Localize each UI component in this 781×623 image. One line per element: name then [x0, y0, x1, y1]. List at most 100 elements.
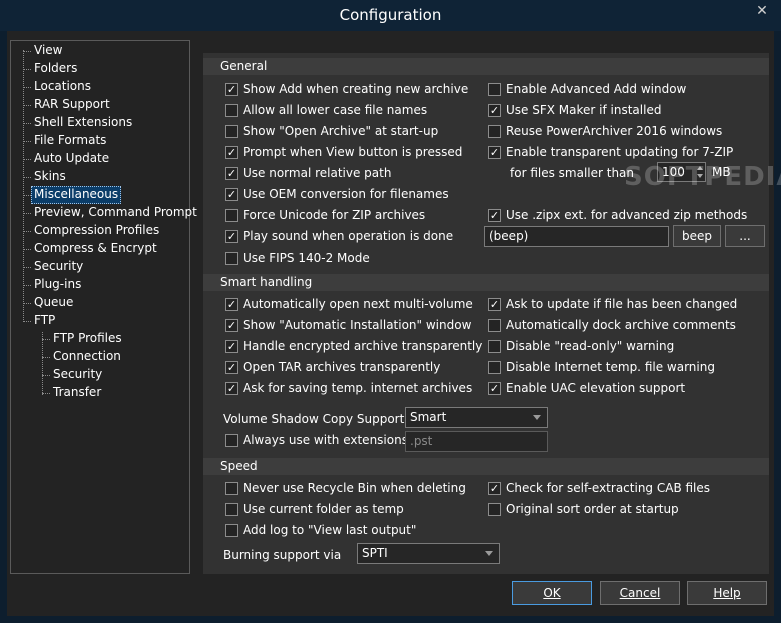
- tree-item-ftp[interactable]: FTP: [31, 312, 58, 330]
- tree-item-miscellaneous[interactable]: Miscellaneous: [31, 186, 122, 204]
- beep-button[interactable]: beep: [673, 225, 721, 247]
- checkbox-label: Show "Open Archive" at start-up: [243, 124, 439, 138]
- burning-support-value: SPTI: [362, 546, 388, 560]
- checkbox-label: Allow all lower case file names: [243, 103, 428, 117]
- cancel-button[interactable]: Cancel: [600, 581, 680, 605]
- tree-item-skins[interactable]: Skins: [31, 168, 69, 186]
- help-button[interactable]: Help: [687, 581, 767, 605]
- title-bar: Configuration ✕: [0, 0, 781, 31]
- section-smart-header: Smart handling: [203, 274, 769, 291]
- checkbox-label: Play sound when operation is done: [243, 229, 454, 243]
- checkbox-label: Ask to update if file has been changed: [506, 297, 738, 311]
- tree-item-plug-ins[interactable]: Plug-ins: [31, 276, 84, 294]
- checkbox-label: Show Add when creating new archive: [243, 82, 469, 96]
- tree-item-view[interactable]: View: [31, 42, 65, 60]
- tree-item-auto-update[interactable]: Auto Update: [31, 150, 112, 168]
- checkbox-empty-icon[interactable]: [488, 340, 501, 353]
- checkbox-empty-icon[interactable]: [225, 252, 238, 265]
- checkmark-icon[interactable]: ✓: [225, 340, 238, 353]
- checkmark-icon[interactable]: ✓: [225, 188, 238, 201]
- ok-button[interactable]: OK: [512, 581, 592, 605]
- checkmark-icon[interactable]: ✓: [225, 83, 238, 96]
- cancel-label: Cancel: [619, 586, 661, 600]
- checkbox-empty-icon[interactable]: [488, 319, 501, 332]
- sound-field[interactable]: (beep): [484, 226, 669, 247]
- checkbox-label: Use normal relative path: [243, 166, 392, 180]
- checkbox-label: Never use Recycle Bin when deleting: [243, 481, 466, 495]
- checkbox-label: Check for self-extracting CAB files: [506, 481, 711, 495]
- tree-item-file-formats[interactable]: File Formats: [31, 132, 109, 150]
- checkmark-icon[interactable]: ✓: [225, 319, 238, 332]
- chevron-down-icon: [485, 551, 493, 556]
- checkbox-label: Use SFX Maker if installed: [506, 103, 662, 117]
- checkmark-icon[interactable]: ✓: [225, 230, 238, 243]
- browse-sound-button[interactable]: ...: [725, 225, 765, 247]
- tree-item-shell-extensions[interactable]: Shell Extensions: [31, 114, 135, 132]
- checkbox-label: Prompt when View button is pressed: [243, 145, 463, 159]
- checkbox-label: Open TAR archives transparently: [243, 360, 441, 374]
- checkbox-label: Use .zipx ext. for advanced zip methods: [506, 208, 748, 222]
- checkbox-label: Disable "read-only" warning: [506, 339, 675, 353]
- checkbox-empty-icon[interactable]: [225, 434, 238, 447]
- checkmark-icon[interactable]: ✓: [225, 382, 238, 395]
- checkbox-label: Original sort order at startup: [506, 502, 679, 516]
- tree-item-locations[interactable]: Locations: [31, 78, 94, 96]
- checkbox-label: Show "Automatic Installation" window: [243, 318, 472, 332]
- chevron-down-icon: [533, 415, 541, 420]
- checkbox-empty-icon[interactable]: [225, 503, 238, 516]
- section-general-header: General: [203, 58, 769, 75]
- checkbox-empty-icon[interactable]: [488, 503, 501, 516]
- checkmark-icon[interactable]: ✓: [488, 146, 501, 159]
- tree-item-rar-support[interactable]: RAR Support: [31, 96, 113, 114]
- checkbox-label: Enable UAC elevation support: [506, 381, 686, 395]
- vsc-combobox[interactable]: Smart: [405, 407, 548, 428]
- checkbox-label: Automatically dock archive comments: [506, 318, 736, 332]
- tree-item-ftp-security[interactable]: Security: [50, 366, 105, 384]
- checkbox-empty-icon[interactable]: [488, 83, 501, 96]
- checkbox-empty-icon[interactable]: [225, 104, 238, 117]
- files-smaller-label: for files smaller than: [510, 166, 635, 180]
- extensions-field[interactable]: .pst: [405, 431, 548, 452]
- tree-item-queue[interactable]: Queue: [31, 294, 76, 312]
- checkbox-label: Disable Internet temp. file warning: [506, 360, 715, 374]
- tree-item-folders[interactable]: Folders: [31, 60, 80, 78]
- tree-item-ftp-ftp-profiles[interactable]: FTP Profiles: [50, 330, 125, 348]
- checkbox-label: Automatically open next multi-volume: [243, 297, 473, 311]
- tree-item-compress-encrypt[interactable]: Compress & Encrypt: [31, 240, 160, 258]
- checkbox-empty-icon[interactable]: [225, 482, 238, 495]
- burning-support-combobox[interactable]: SPTI: [357, 543, 500, 564]
- watermark: SOFTPEDIA: [624, 162, 781, 192]
- checkbox-empty-icon[interactable]: [488, 125, 501, 138]
- checkmark-icon[interactable]: ✓: [225, 298, 238, 311]
- close-icon[interactable]: ✕: [748, 1, 776, 21]
- window-title: Configuration: [339, 6, 442, 24]
- checkbox-label: Force Unicode for ZIP archives: [243, 208, 426, 222]
- checkbox-empty-icon[interactable]: [488, 361, 501, 374]
- checkbox-label: Use FIPS 140-2 Mode: [243, 251, 370, 265]
- tree-item-compression-profiles[interactable]: Compression Profiles: [31, 222, 162, 240]
- checkmark-icon[interactable]: ✓: [488, 104, 501, 117]
- section-speed-header: Speed: [203, 458, 769, 475]
- checkmark-icon[interactable]: ✓: [488, 382, 501, 395]
- checkbox-label: Ask for saving temp. internet archives: [243, 381, 473, 395]
- checkmark-icon[interactable]: ✓: [225, 167, 238, 180]
- checkbox-label: Use OEM conversion for filenames: [243, 187, 449, 201]
- checkmark-icon[interactable]: ✓: [488, 482, 501, 495]
- checkbox-label: Always use with extensions:: [243, 433, 413, 447]
- checkmark-icon[interactable]: ✓: [488, 209, 501, 222]
- tree-item-preview-command-prompt[interactable]: Preview, Command Prompt: [31, 204, 200, 222]
- checkbox-empty-icon[interactable]: [225, 524, 238, 537]
- checkmark-icon[interactable]: ✓: [225, 146, 238, 159]
- checkbox-empty-icon[interactable]: [225, 125, 238, 138]
- settings-tree: View Folders Locations RAR Support Shell Ext…: [10, 40, 197, 574]
- tree-item-ftp-transfer[interactable]: Transfer: [50, 384, 104, 402]
- checkbox-label: Handle encrypted archive transparently: [243, 339, 483, 353]
- checkmark-icon[interactable]: ✓: [488, 298, 501, 311]
- vsc-value: Smart: [410, 410, 447, 424]
- tree-item-ftp-connection[interactable]: Connection: [50, 348, 124, 366]
- checkmark-icon[interactable]: ✓: [225, 361, 238, 374]
- checkbox-label: Use current folder as temp: [243, 502, 404, 516]
- checkbox-empty-icon[interactable]: [225, 209, 238, 222]
- tree-item-security[interactable]: Security: [31, 258, 86, 276]
- dialog-body: View Folders Locations RAR Support Shell Ext…: [7, 31, 781, 616]
